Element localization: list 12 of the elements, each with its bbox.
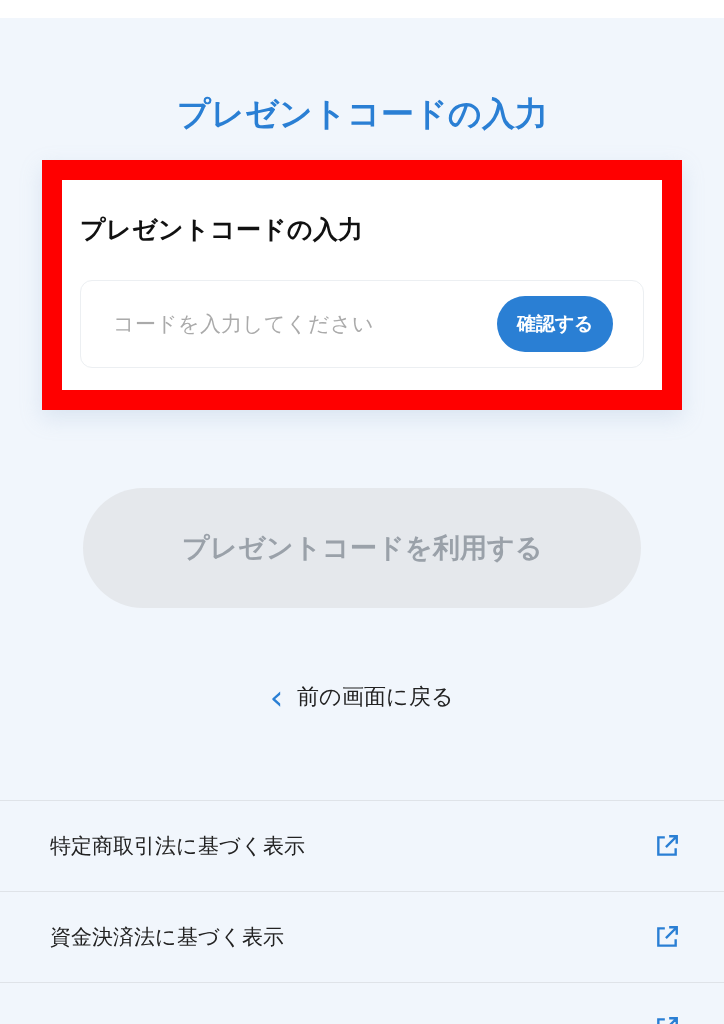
legal-link-row[interactable]: 特定商取引法に基づく表示 — [0, 800, 724, 891]
page-title: プレゼントコードの入力 — [176, 93, 548, 135]
code-input-field[interactable]: コードを入力してください 確認する — [80, 280, 644, 368]
card-title: プレゼントコードの入力 — [80, 214, 364, 246]
external-link-icon — [654, 833, 680, 859]
back-link[interactable]: 前の画面に戻る — [297, 682, 455, 712]
confirm-button[interactable]: 確認する — [497, 296, 613, 352]
chevron-left-icon: ‹ — [269, 680, 284, 714]
link-label: 資金決済法に基づく表示 — [50, 924, 284, 951]
external-link-icon — [654, 924, 680, 950]
link-label: 特定商取引法に基づく表示 — [50, 833, 305, 860]
legal-link-row[interactable]: 資金決済法に基づく表示 — [0, 891, 724, 982]
